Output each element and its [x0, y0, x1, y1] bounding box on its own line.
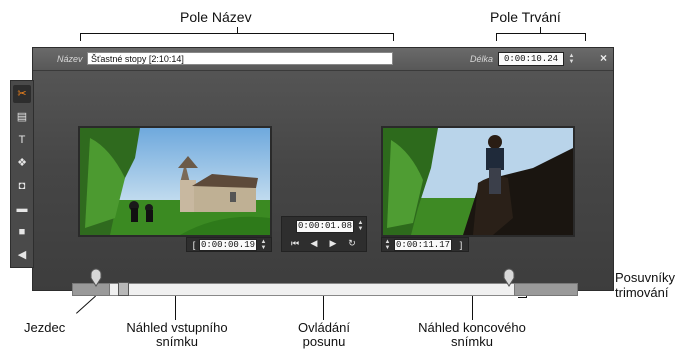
callout-name-field: Pole Název [180, 9, 252, 25]
go-to-start-button[interactable]: ⏮ [288, 237, 302, 249]
effects-icon: ❖ [17, 157, 27, 169]
leader-duration-field [540, 27, 541, 33]
name-field[interactable]: Šťastné stopy [2:10:14] [87, 52, 393, 65]
play-icon: ▶ [329, 238, 337, 248]
in-frame-spinner[interactable]: ▲ ▼ [260, 239, 267, 251]
bracket-name-field [80, 33, 394, 41]
shuttle-timecode[interactable]: 0:00:01.08 [296, 220, 354, 233]
loop-icon: ↻ [348, 238, 356, 248]
shuttle-controls: 0:00:01.08 ▲ ▼ ⏮ ◀ ▶ ↻ [281, 216, 367, 252]
step-back-icon: ◀ [310, 238, 318, 248]
trim-out-handle[interactable] [502, 268, 516, 288]
frame-tool-button[interactable]: ▬ [13, 200, 31, 218]
trim-in-handle[interactable] [89, 268, 103, 288]
name-label: Název [57, 54, 83, 64]
in-frame-preview [78, 126, 272, 237]
out-bracket-button[interactable]: ] [454, 239, 468, 251]
tool-sidebar: ✂ ▤ T ❖ ◘ ▬ ■ ◀ [10, 80, 34, 268]
clip-properties-tool-button[interactable]: ▤ [13, 108, 31, 126]
shuttle-spinner[interactable]: ▲ ▼ [357, 220, 364, 232]
frame-icon: ▬ [16, 203, 28, 215]
snapshot-tool-button[interactable]: ◘ [13, 177, 31, 195]
out-frame-image [383, 128, 573, 235]
scrubber-handle[interactable] [118, 282, 129, 296]
go-to-start-icon: ⏮ [290, 238, 300, 248]
out-frame-spinner[interactable]: ▲ ▼ [384, 239, 391, 251]
trimmed-region-right [514, 283, 578, 296]
callout-out-preview: Náhled koncového snímku [418, 320, 526, 349]
out-frame-timecode[interactable]: 0:00:11.17 [394, 239, 452, 251]
leader-name-field [237, 27, 238, 33]
duration-label: Délka [470, 54, 494, 64]
record-tool-button[interactable]: ■ [13, 223, 31, 241]
callout-duration-field: Pole Trvání [490, 9, 561, 25]
leader-scrubber [76, 295, 96, 314]
step-back-button[interactable]: ◀ [307, 237, 321, 249]
effects-tool-button[interactable]: ❖ [13, 154, 31, 172]
title-tool-button[interactable]: T [13, 131, 31, 149]
out-frame-controls: ▲ ▼ 0:00:11.17 ] [381, 237, 469, 252]
duration-spinner[interactable]: ▲ ▼ [568, 53, 575, 65]
audio-icon: ◀ [17, 249, 27, 261]
in-frame-image [80, 128, 270, 235]
play-button[interactable]: ▶ [326, 237, 340, 249]
snapshot-icon: ◘ [18, 180, 26, 192]
callout-in-preview: Náhled vstupního snímku [126, 320, 228, 349]
title-icon: T [18, 134, 26, 146]
duration-field[interactable]: 0:00:10.24 [498, 52, 564, 66]
bracket-duration-field [496, 33, 586, 41]
in-frame-timecode[interactable]: 0:00:00.19 [199, 239, 257, 251]
close-button[interactable]: × [600, 52, 607, 64]
scissors-tool-button[interactable]: ✂ [13, 85, 31, 103]
out-frame-preview [381, 126, 575, 237]
record-icon: ■ [18, 226, 26, 238]
in-frame-controls: [ 0:00:00.19 ▲ ▼ [186, 237, 272, 252]
callout-scrubber: Jezdec [24, 320, 66, 335]
callout-trim-sliders: Posuvníky trimování [615, 270, 675, 300]
clip-properties-icon: ▤ [16, 111, 28, 123]
loop-button[interactable]: ↻ [345, 237, 359, 249]
audio-tool-button[interactable]: ◀ [13, 246, 31, 264]
callout-shuttle: Ovládání posunu [297, 320, 351, 349]
scissors-icon: ✂ [17, 88, 27, 100]
editor-titlebar: Název Šťastné stopy [2:10:14] Délka 0:00… [33, 48, 613, 71]
